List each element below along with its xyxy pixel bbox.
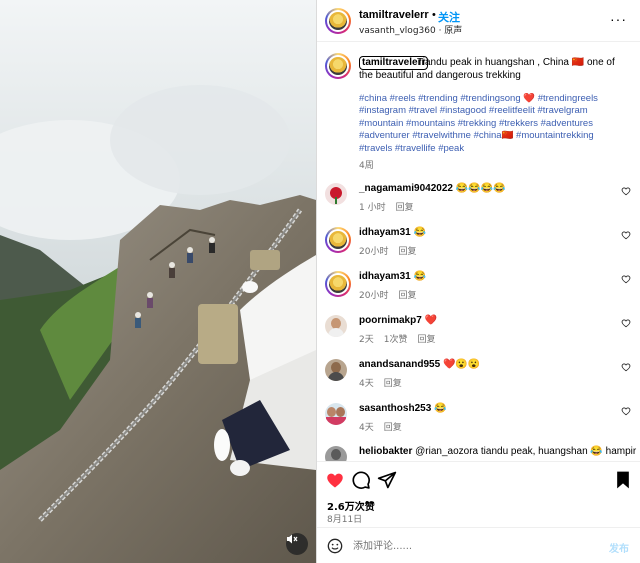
comment-like-heart-icon[interactable] [621, 318, 631, 328]
post-video[interactable] [0, 0, 316, 563]
comment-meta: 1 小时 回复 [359, 203, 414, 213]
audio-attribution[interactable]: vasanth_vlog360 · 原声 [359, 23, 462, 36]
commenter-avatar[interactable] [325, 227, 351, 253]
mute-button[interactable] [286, 533, 308, 555]
comment-like-heart-icon[interactable] [621, 186, 631, 196]
comment-username[interactable]: idhayam31 😂 [359, 271, 426, 282]
comment-item: heliobakter @rian_aozora tiandu peak, hu… [317, 446, 640, 461]
post-side-panel: tamiltravelerr • 关注 vasanth_vlog360 · 原声… [316, 0, 640, 563]
comment-item: anandsanand955 ❤️😮😮 4天 回复 [317, 359, 640, 403]
comment-item: idhayam31 😂 20小时 回复 [317, 271, 640, 315]
comment-item: idhayam31 😂 20小时 回复 [317, 227, 640, 271]
like-heart-icon[interactable] [325, 470, 345, 490]
comment-like-heart-icon[interactable] [621, 230, 631, 240]
comment-meta: 20小时 回复 [359, 247, 417, 257]
comments-list[interactable]: Tiandu peak in huangshan , China 🇨🇳 one … [317, 43, 640, 461]
comment-username[interactable]: anandsanand955 ❤️😮😮 [359, 359, 480, 370]
reply-button[interactable]: 回复 [398, 291, 416, 301]
caption-timestamp: 4周 [359, 161, 374, 171]
share-send-icon[interactable] [377, 470, 397, 490]
comment-username[interactable]: poornimakp7 ❤️ [359, 315, 437, 326]
commenter-avatar[interactable] [325, 359, 347, 381]
header-separator: • [432, 9, 436, 21]
post-actions: 2.6万次赞 8月11日 [317, 461, 640, 525]
comment-meta: 4天 回复 [359, 379, 402, 389]
reply-button[interactable]: 回复 [417, 335, 435, 345]
comment-like-heart-icon[interactable] [621, 274, 631, 284]
comment-composer: 发布 [317, 527, 640, 563]
commenter-avatar[interactable] [325, 315, 347, 337]
comment-username[interactable]: _nagamami9042022 😂😂😂😂 [359, 183, 506, 194]
author-avatar[interactable] [325, 8, 351, 34]
commenter-avatar[interactable] [325, 271, 351, 297]
caption-avatar[interactable] [325, 53, 351, 79]
reply-button[interactable]: 回复 [384, 423, 402, 433]
like-count[interactable]: 2.6万次赞 [327, 498, 375, 513]
reply-button[interactable]: 回复 [384, 379, 402, 389]
video-frame [0, 0, 316, 563]
comment-item: sasanthosh253 😂 4天 回复 [317, 403, 640, 447]
commenter-avatar[interactable] [325, 446, 347, 461]
more-options-icon[interactable]: ··· [610, 12, 627, 26]
author-username[interactable]: tamiltravelerr [359, 9, 429, 21]
muted-speaker-icon [287, 534, 298, 544]
comment-meta: 2天 1次赞 回复 [359, 335, 436, 345]
caption-username[interactable]: tamiltravelerr [359, 56, 429, 70]
comment-username[interactable]: heliobakter @rian_aozora tiandu peak, hu… [359, 446, 636, 457]
post-comment-button[interactable]: 发布 [609, 540, 629, 555]
comment-meta: 4天 回复 [359, 423, 402, 433]
comment-input[interactable] [353, 536, 573, 556]
save-bookmark-icon[interactable] [613, 470, 633, 490]
comment-like-heart-icon[interactable] [621, 362, 631, 372]
reply-button[interactable]: 回复 [396, 203, 414, 213]
comment-bubble-icon[interactable] [351, 470, 371, 490]
commenter-avatar[interactable] [325, 403, 347, 425]
caption-hashtags[interactable]: #china #reels #trending #trendingsong ❤️… [359, 93, 629, 155]
reply-button[interactable]: 回复 [398, 247, 416, 257]
comment-like-heart-icon[interactable] [621, 406, 631, 416]
comment-item: poornimakp7 ❤️ 2天 1次赞 回复 [317, 315, 640, 359]
comment-username[interactable]: idhayam31 😂 [359, 227, 426, 238]
comment-meta: 20小时 回复 [359, 291, 417, 301]
emoji-icon[interactable] [327, 538, 343, 554]
post-header: tamiltravelerr • 关注 vasanth_vlog360 · 原声… [317, 0, 640, 42]
comment-item: _nagamami9042022 😂😂😂😂 1 小时 回复 [317, 183, 640, 227]
post-date: 8月11日 [327, 515, 363, 525]
comment-username[interactable]: sasanthosh253 😂 [359, 403, 447, 414]
commenter-avatar[interactable] [325, 183, 347, 205]
comment-like-count[interactable]: 1次赞 [384, 335, 408, 345]
